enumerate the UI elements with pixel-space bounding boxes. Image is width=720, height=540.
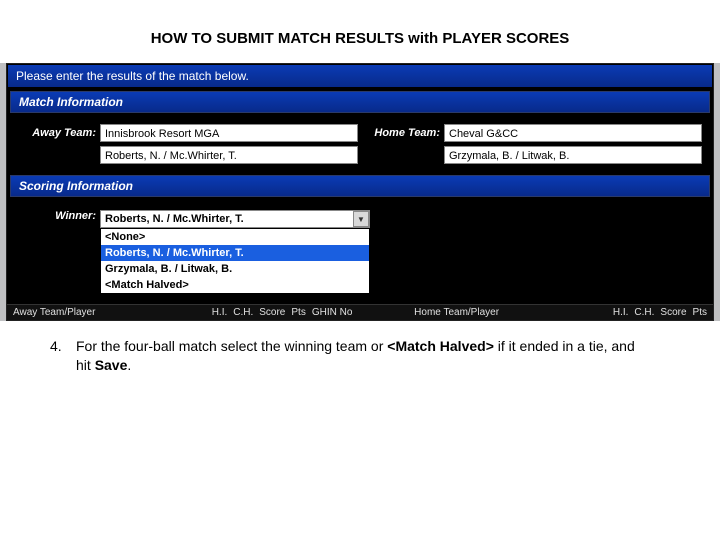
instruction-match-halved: <Match Halved> <box>387 338 494 354</box>
winner-option-away[interactable]: Roberts, N. / Mc.Whirter, T. <box>101 245 369 261</box>
winner-option-home[interactable]: Grzymala, B. / Litwak, B. <box>101 261 369 277</box>
section-scoring-information: Scoring Information <box>10 175 710 197</box>
col-ghin: GHIN No <box>312 307 408 318</box>
instruction-text: For the four-ball match select the winni… <box>76 337 650 375</box>
match-info-body: Away Team: Innisbrook Resort MGA Home Te… <box>7 116 713 172</box>
away-players-field[interactable]: Roberts, N. / Mc.Whirter, T. <box>100 146 358 164</box>
winner-option-halved[interactable]: <Match Halved> <box>101 277 369 293</box>
col-hi: H.I. <box>212 307 228 318</box>
winner-select-container: Roberts, N. / Mc.Whirter, T. ▼ <None> Ro… <box>100 210 370 294</box>
team-row: Away Team: Innisbrook Resort MGA Home Te… <box>10 122 710 144</box>
players-row: Roberts, N. / Mc.Whirter, T. Grzymala, B… <box>10 144 710 166</box>
away-team-field[interactable]: Innisbrook Resort MGA <box>100 124 358 142</box>
winner-label: Winner: <box>18 210 96 222</box>
col-ch2: C.H. <box>634 307 654 318</box>
home-team-field[interactable]: Cheval G&CC <box>444 124 702 142</box>
winner-option-none[interactable]: <None> <box>101 229 369 245</box>
scoring-info-body: Winner: Roberts, N. / Mc.Whirter, T. ▼ <… <box>7 200 713 304</box>
chevron-down-icon[interactable]: ▼ <box>353 211 369 227</box>
col-ch: C.H. <box>233 307 253 318</box>
instruction-step-4: 4. For the four-ball match select the wi… <box>0 321 720 385</box>
winner-row: Winner: Roberts, N. / Mc.Whirter, T. ▼ <… <box>10 206 710 298</box>
away-team-label: Away Team: <box>18 127 96 139</box>
instruction-pre: For the four-ball match select the winni… <box>76 338 387 354</box>
instruction-post: . <box>127 357 131 373</box>
table-header-row: Away Team/Player H.I. C.H. Score Pts GHI… <box>7 304 713 320</box>
col-hi2: H.I. <box>613 307 629 318</box>
page-title: HOW TO SUBMIT MATCH RESULTS with PLAYER … <box>0 0 720 57</box>
winner-select[interactable]: Roberts, N. / Mc.Whirter, T. ▼ <box>100 210 370 228</box>
winner-selected-value: Roberts, N. / Mc.Whirter, T. <box>101 213 353 225</box>
banner-text: Please enter the results of the match be… <box>7 64 713 88</box>
section-match-information: Match Information <box>10 91 710 113</box>
instruction-number: 4. <box>50 337 66 375</box>
col-pts2: Pts <box>693 307 707 318</box>
col-pts: Pts <box>291 307 305 318</box>
col-score: Score <box>259 307 285 318</box>
col-away-team-player: Away Team/Player <box>13 307 206 318</box>
home-players-field[interactable]: Grzymala, B. / Litwak, B. <box>444 146 702 164</box>
match-results-panel: Please enter the results of the match be… <box>6 63 714 321</box>
winner-dropdown: <None> Roberts, N. / Mc.Whirter, T. Grzy… <box>100 228 370 294</box>
home-team-label: Home Team: <box>362 127 440 139</box>
form-panel-container: Please enter the results of the match be… <box>0 63 720 321</box>
instruction-save: Save <box>95 357 128 373</box>
col-score2: Score <box>660 307 686 318</box>
col-home-team-player: Home Team/Player <box>414 307 607 318</box>
